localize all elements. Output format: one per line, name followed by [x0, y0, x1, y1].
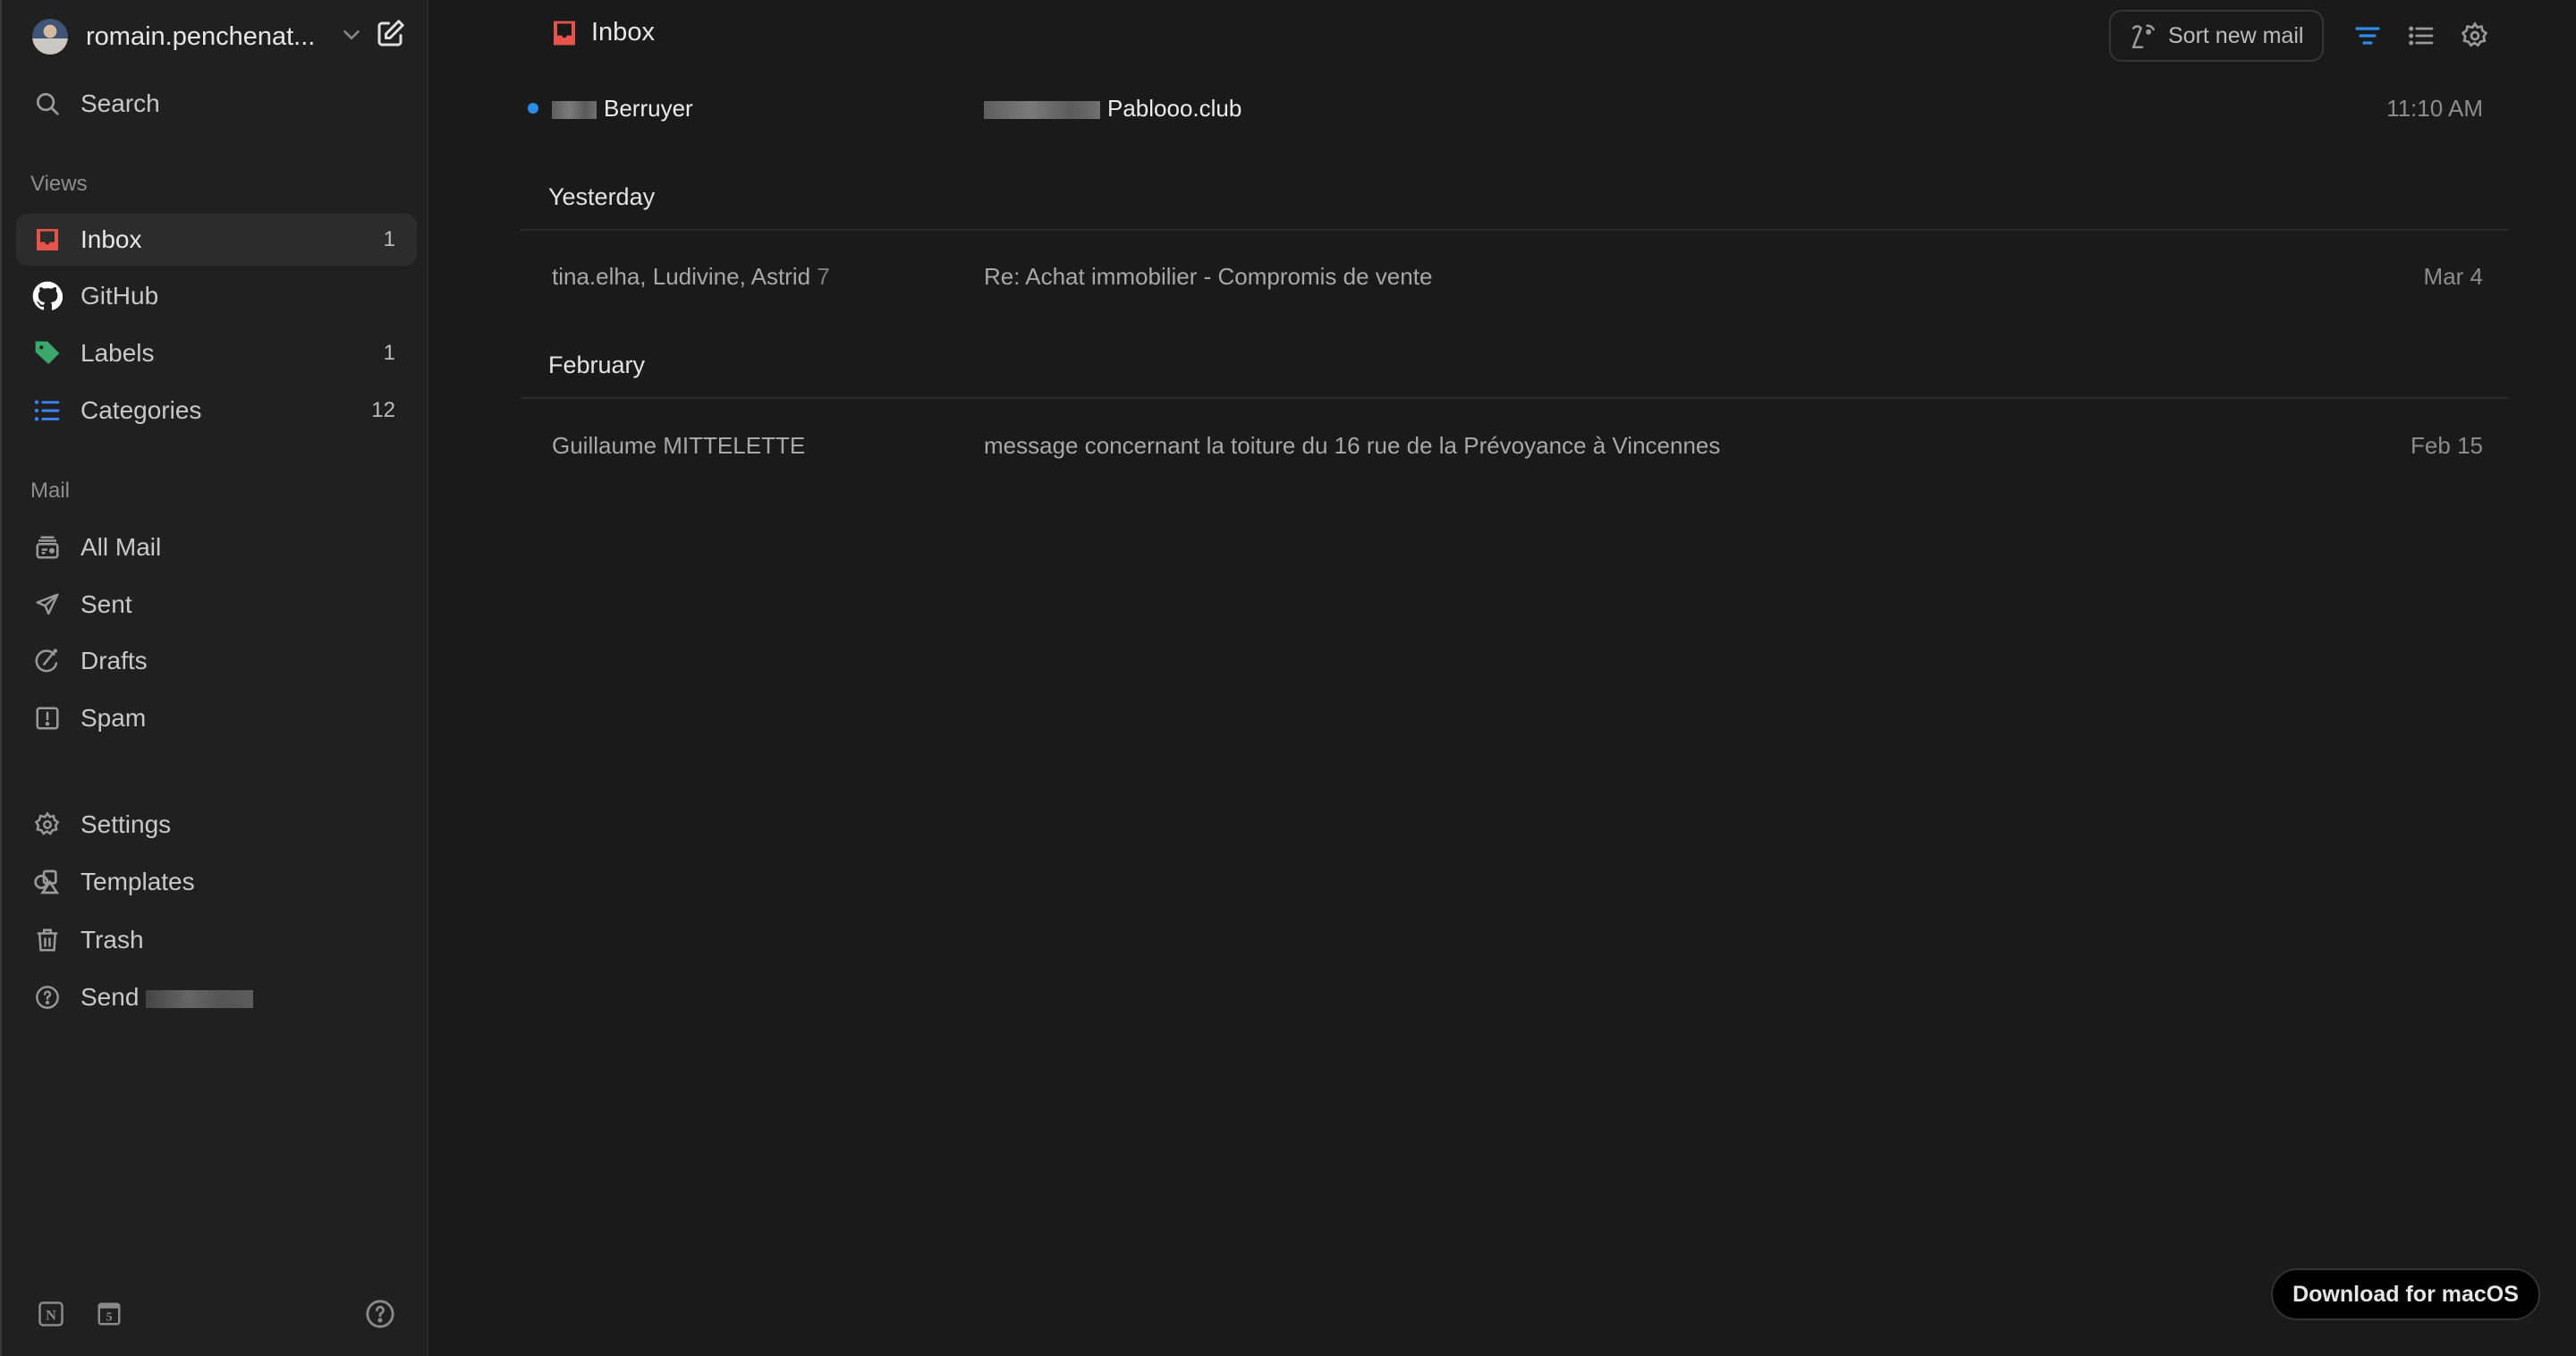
list-icon: [32, 395, 63, 426]
sidebar-item-label: Inbox: [80, 225, 142, 253]
list-view-icon[interactable]: [2407, 21, 2436, 50]
inbox-icon: [32, 225, 63, 255]
sidebar-item-labels[interactable]: Labels 1: [16, 327, 417, 379]
notion-icon[interactable]: N: [38, 1301, 64, 1327]
page-title-label: Inbox: [591, 18, 655, 47]
sidebar-item-inbox[interactable]: Inbox 1: [16, 214, 417, 266]
page-title: Inbox: [550, 18, 655, 47]
group-label-february: February: [548, 352, 646, 378]
github-icon: [32, 281, 63, 311]
help-circle-icon: [32, 982, 63, 1013]
main-header: Inbox Sort new mail: [429, 0, 2576, 72]
redacted-text: [146, 989, 254, 1008]
account-switcher[interactable]: romain.penchenat...: [32, 16, 408, 57]
sidebar-item-label: GitHub: [80, 282, 159, 309]
redacted-text: [552, 100, 597, 119]
sidebar-item-drafts[interactable]: Drafts: [16, 635, 417, 687]
svg-text:N: N: [46, 1307, 56, 1323]
sidebar-item-templates[interactable]: Templates: [16, 856, 417, 908]
compose-icon[interactable]: [374, 18, 406, 50]
sender-name: Berruyer: [604, 94, 693, 122]
mail-sender: Berruyer: [552, 95, 693, 123]
send-icon: [32, 589, 63, 620]
sidebar-item-label: All Mail: [80, 533, 162, 561]
sidebar-item-label: Trash: [80, 926, 144, 953]
divider: [521, 397, 2509, 399]
labels-count: 1: [383, 341, 395, 365]
section-label-views: Views: [30, 172, 88, 196]
svg-text:5: 5: [106, 1310, 113, 1324]
sidebar-item-label: Templates: [80, 868, 195, 895]
send-label: Send: [80, 983, 140, 1011]
mail-subject: Re: Achat immobilier - Compromis de vent…: [984, 262, 1433, 290]
sidebar-item-trash[interactable]: Trash: [16, 914, 417, 966]
search-icon: [32, 89, 63, 119]
chevron-down-icon[interactable]: [338, 21, 365, 48]
user-avatar: [32, 19, 68, 55]
sidebar-item-label: Spam: [80, 704, 147, 732]
download-macos-button[interactable]: Download for macOS: [2271, 1268, 2540, 1320]
mail-date: Feb 15: [2411, 431, 2483, 459]
mail-row[interactable]: Berruyer Pablooo.club 11:10 AM: [521, 81, 2509, 135]
gear-icon: [32, 809, 63, 840]
archive-icon: [32, 532, 63, 563]
sidebar-item-send-feedback[interactable]: Send: [16, 971, 417, 1023]
mail-subject: Pablooo.club: [984, 95, 1241, 123]
sidebar-item-label: Labels: [80, 339, 155, 367]
sidebar-item-label: Drafts: [80, 647, 148, 674]
mail-date: 11:10 AM: [2386, 94, 2483, 122]
sidebar-item-categories[interactable]: Categories 12: [16, 385, 417, 436]
sidebar-item-github[interactable]: GitHub: [16, 270, 417, 322]
sidebar-footer: N 5: [2, 1295, 430, 1336]
sidebar-item-label: Categories: [80, 396, 202, 424]
sidebar: romain.penchenat... Search Views Inbox 1…: [0, 0, 428, 1356]
mail-sender: tina.elha, Ludivine, Astrid 7: [552, 263, 830, 291]
sort-ai-icon: [2131, 24, 2156, 49]
categories-count: 12: [371, 398, 395, 422]
tag-icon: [32, 338, 63, 369]
account-name: romain.penchenat...: [86, 21, 316, 51]
sender-name: tina.elha, Ludivine, Astrid: [552, 262, 811, 290]
sidebar-item-spam[interactable]: Spam: [16, 692, 417, 744]
search-button[interactable]: Search: [16, 78, 417, 130]
unread-dot: [528, 103, 538, 114]
mail-sender: Guillaume MITTELETTE: [552, 431, 806, 459]
thread-count: 7: [817, 262, 830, 290]
draft-icon: [32, 646, 63, 676]
spam-icon: [32, 703, 63, 733]
mail-row[interactable]: Guillaume MITTELETTE message concernant …: [521, 419, 2509, 472]
mail-row[interactable]: tina.elha, Ludivine, Astrid 7 Re: Achat …: [521, 250, 2509, 303]
mail-date: Mar 4: [2423, 262, 2483, 290]
calendar-icon[interactable]: 5: [96, 1301, 123, 1327]
gear-icon[interactable]: [2461, 21, 2489, 50]
sidebar-item-label: Send: [80, 983, 254, 1012]
mail-subject: message concernant la toiture du 16 rue …: [984, 431, 1721, 459]
sidebar-item-settings[interactable]: Settings: [16, 799, 417, 851]
redacted-text: [984, 100, 1100, 119]
sidebar-item-label: Sent: [80, 590, 132, 618]
unread-count: 1: [383, 227, 395, 251]
help-icon[interactable]: [365, 1299, 395, 1329]
shapes-icon: [32, 867, 63, 897]
trash-icon: [32, 925, 63, 955]
sort-button-label: Sort new mail: [2168, 22, 2304, 48]
sidebar-item-all-mail[interactable]: All Mail: [16, 521, 417, 573]
sidebar-item-label: Settings: [80, 810, 172, 838]
filter-icon[interactable]: [2353, 21, 2382, 50]
subject-text: Pablooo.club: [1107, 94, 1242, 122]
divider: [521, 229, 2509, 231]
inbox-icon: [554, 21, 575, 45]
search-label: Search: [80, 89, 160, 117]
sort-new-mail-button[interactable]: Sort new mail: [2109, 10, 2324, 62]
group-label-yesterday: Yesterday: [548, 183, 656, 210]
section-label-mail: Mail: [30, 479, 71, 503]
sidebar-item-sent[interactable]: Sent: [16, 579, 417, 631]
